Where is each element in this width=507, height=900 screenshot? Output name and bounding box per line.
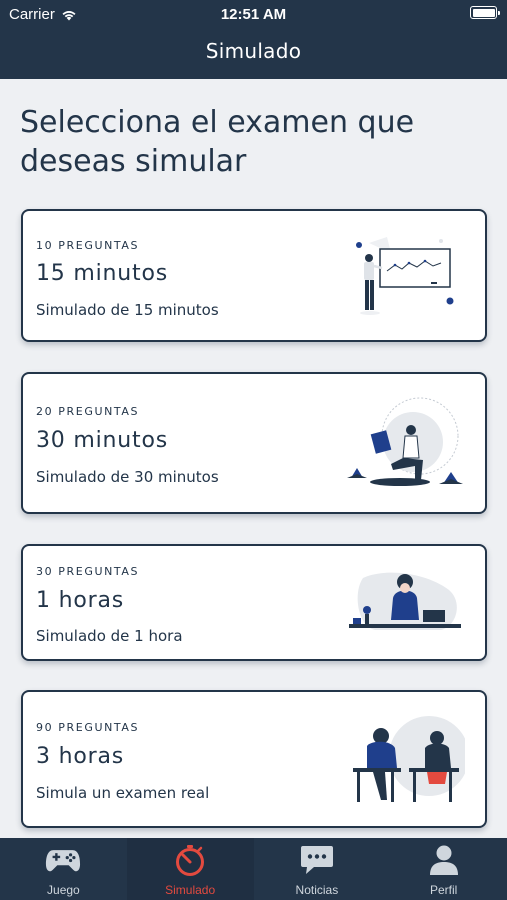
tab-bar: Juego Simulado Noticias Perfil [0, 838, 507, 900]
exam-description: Simulado de 30 minutos [36, 468, 219, 486]
status-bar: Carrier 12:51 AM [0, 0, 507, 28]
exam-title: 1 horas [36, 588, 124, 613]
tab-label: Perfil [429, 883, 458, 897]
reading-book-illustration [347, 397, 463, 486]
teacher-whiteboard-illustration [356, 237, 454, 315]
chat-bubble-icon [300, 846, 333, 874]
stopwatch-icon [176, 845, 205, 876]
tab-perfil[interactable]: Perfil [380, 838, 507, 900]
students-exam-illustration [353, 716, 465, 802]
exam-title: 30 minutos [36, 428, 168, 453]
tab-label: Noticias [295, 883, 339, 897]
exam-question-count: 90 PREGUNTAS [36, 721, 140, 734]
exam-card-3-hours[interactable]: 90 PREGUNTAS 3 horas Simula un examen re… [21, 690, 487, 828]
exam-description: Simula un examen real [36, 784, 210, 802]
tab-label: Juego [47, 883, 80, 897]
page-title: Simulado [205, 39, 302, 63]
tab-simulado[interactable]: Simulado [126, 838, 254, 900]
tab-noticias[interactable]: Noticias [254, 838, 381, 900]
exam-description: Simulado de 1 hora [36, 627, 183, 645]
exam-card-30-min[interactable]: 20 PREGUNTAS 30 minutos Simulado de 30 m… [21, 372, 487, 514]
tab-juego[interactable]: Juego [0, 838, 127, 900]
user-icon [429, 845, 458, 875]
exam-card-15-min[interactable]: 10 PREGUNTAS 15 minutos Simulado de 15 m… [21, 209, 487, 342]
section-heading: Selecciona el examen que deseas simular [20, 105, 415, 179]
exam-question-count: 20 PREGUNTAS [36, 405, 140, 418]
status-time: 12:51 AM [220, 6, 287, 23]
exam-title: 15 minutos [36, 261, 168, 286]
exam-description: Simulado de 15 minutos [36, 301, 219, 319]
laptop-desk-illustration [349, 572, 461, 630]
exam-title: 3 horas [36, 744, 124, 769]
navigation-bar: Carrier 12:51 AM Simulado [0, 0, 507, 79]
exam-question-count: 10 PREGUNTAS [36, 239, 140, 252]
battery-icon [470, 6, 500, 19]
gamepad-icon [46, 849, 81, 871]
exam-card-1-hour[interactable]: 30 PREGUNTAS 1 horas Simulado de 1 hora [21, 544, 487, 661]
exam-question-count: 30 PREGUNTAS [36, 565, 140, 578]
tab-label: Simulado [165, 883, 216, 897]
